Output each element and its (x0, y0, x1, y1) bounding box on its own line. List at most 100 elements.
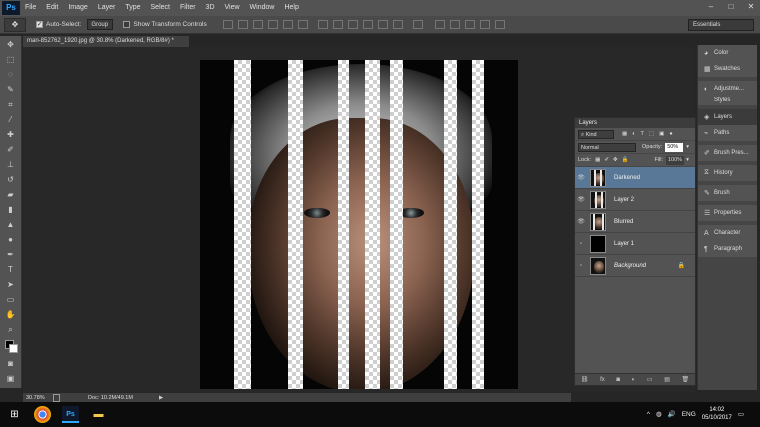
dock-paths[interactable]: ⌁ Paths (698, 125, 757, 141)
blend-mode-select[interactable]: Normal (578, 142, 636, 152)
visibility-eye-icon[interactable]: 👁 (575, 196, 587, 203)
close-button[interactable]: ✕ (746, 2, 756, 12)
filter-shape-icon[interactable]: ⬚ (649, 131, 654, 137)
distribute-top-icon[interactable] (317, 20, 328, 29)
auto-select-checkbox[interactable]: ✓ (36, 21, 43, 28)
lasso-tool-icon[interactable]: ◌ (4, 69, 18, 81)
document-image[interactable] (200, 60, 518, 389)
visibility-toggle-empty[interactable]: ▫ (575, 263, 587, 269)
clock[interactable]: 14:02 05/10/2017 (702, 406, 732, 422)
move-tool-preset-icon[interactable]: ✥ (4, 17, 26, 32)
layer-row-layer-1[interactable]: ▫ Layer 1 (575, 233, 695, 255)
dock-layers[interactable]: ◈ Layers (698, 109, 757, 125)
photoshop-taskbar-icon[interactable]: Ps (62, 406, 79, 423)
3d-drag-icon[interactable] (479, 20, 490, 29)
network-icon[interactable]: ◍ (656, 410, 662, 418)
trash-icon[interactable]: 🗑 (682, 376, 690, 383)
dock-styles[interactable]: Styles (698, 97, 757, 105)
dock-brush-presets[interactable]: ✐ Brush Pres... (698, 145, 757, 161)
3d-roll-icon[interactable] (464, 20, 475, 29)
type-tool-icon[interactable]: T (4, 264, 18, 276)
3d-mode-icon[interactable] (434, 20, 445, 29)
distribute-right-icon[interactable] (392, 20, 403, 29)
brush-tool-icon[interactable]: ✐ (4, 144, 18, 156)
dock-color[interactable]: ◕ Color (698, 45, 757, 61)
zoom-tool-icon[interactable]: ⌕ (4, 324, 18, 336)
quick-select-tool-icon[interactable]: ✎ (4, 84, 18, 96)
history-brush-tool-icon[interactable]: ↺ (4, 174, 18, 186)
language-indicator[interactable]: ENG (682, 411, 696, 418)
align-bottom-icon[interactable] (252, 20, 263, 29)
lock-all-icon[interactable]: 🔒 (622, 157, 629, 163)
chrome-icon[interactable] (34, 406, 51, 423)
adjustment-layer-icon[interactable]: ◐ (632, 377, 636, 383)
transform-controls-checkbox[interactable] (123, 21, 131, 28)
minimize-button[interactable]: – (706, 2, 716, 12)
visibility-eye-icon[interactable]: 👁 (575, 174, 587, 181)
volume-icon[interactable]: 🔊 (668, 410, 676, 418)
file-explorer-icon[interactable]: ▬ (90, 406, 107, 423)
auto-select-dropdown[interactable]: Group (87, 19, 114, 30)
menu-window[interactable]: Window (245, 0, 280, 16)
dock-brush[interactable]: ✎ Brush (698, 185, 757, 201)
menu-image[interactable]: Image (63, 0, 92, 16)
3d-slide-icon[interactable] (494, 20, 505, 29)
fill-input[interactable]: 100% (666, 155, 685, 165)
lock-transparency-icon[interactable]: ▦ (595, 157, 600, 163)
filter-adjustment-icon[interactable]: ◐ (632, 131, 635, 137)
auto-align-icon[interactable] (412, 20, 423, 29)
distribute-bottom-icon[interactable] (347, 20, 358, 29)
filter-toggle-icon[interactable]: ● (669, 131, 672, 137)
dock-adjustments[interactable]: ◐ Adjustme... (698, 81, 757, 97)
status-menu-icon[interactable] (53, 394, 60, 402)
move-tool-icon[interactable]: ✥ (4, 39, 18, 51)
dock-swatches[interactable]: ▦ Swatches (698, 61, 757, 77)
new-group-icon[interactable]: ▭ (647, 376, 653, 383)
opacity-dropdown-icon[interactable]: ▾ (686, 144, 689, 150)
blur-tool-icon[interactable]: ▲ (4, 219, 18, 231)
document-tab[interactable]: man-852762_1920.jpg @ 30.8% (Darkened, R… (23, 36, 189, 47)
layer-row-darkened[interactable]: 👁 Darkened (575, 167, 695, 189)
hand-tool-icon[interactable]: ✋ (4, 309, 18, 321)
layer-row-background[interactable]: ▫ Background 🔒 (575, 255, 695, 277)
healing-brush-tool-icon[interactable]: ✚ (4, 129, 18, 141)
align-right-icon[interactable] (297, 20, 308, 29)
add-mask-icon[interactable]: ◙ (616, 377, 620, 383)
menu-help[interactable]: Help (279, 0, 303, 16)
menu-file[interactable]: File (20, 0, 41, 16)
tray-expand-icon[interactable]: ^ (647, 411, 650, 418)
lock-pixels-icon[interactable]: ✐ (604, 157, 609, 163)
windows-start-icon[interactable]: ⊞ (6, 406, 23, 423)
new-layer-icon[interactable]: ▤ (664, 376, 670, 383)
menu-filter[interactable]: Filter (175, 0, 201, 16)
distribute-center-icon[interactable] (377, 20, 388, 29)
fill-dropdown-icon[interactable]: ▾ (686, 157, 689, 163)
dodge-tool-icon[interactable]: ● (4, 234, 18, 246)
3d-rotate-icon[interactable] (449, 20, 460, 29)
pen-tool-icon[interactable]: ✒ (4, 249, 18, 261)
eraser-tool-icon[interactable]: ▰ (4, 189, 18, 201)
dock-properties[interactable]: ☰ Properties (698, 205, 757, 221)
menu-3d[interactable]: 3D (201, 0, 220, 16)
visibility-toggle-empty[interactable]: ▫ (575, 241, 587, 247)
filter-pixel-icon[interactable]: ▦ (622, 131, 627, 137)
fx-icon[interactable]: fx (600, 377, 605, 383)
menu-edit[interactable]: Edit (41, 0, 63, 16)
shape-tool-icon[interactable]: ▭ (4, 294, 18, 306)
eyedropper-tool-icon[interactable]: ⁄ (4, 114, 18, 126)
opacity-input[interactable]: 50% (665, 142, 684, 152)
dock-paragraph[interactable]: ¶ Paragraph (698, 241, 757, 257)
notifications-icon[interactable]: ▭ (738, 410, 744, 418)
menu-layer[interactable]: Layer (93, 0, 121, 16)
align-top-icon[interactable] (222, 20, 233, 29)
marquee-tool-icon[interactable]: ⬚ (4, 54, 18, 66)
distribute-left-icon[interactable] (362, 20, 373, 29)
crop-tool-icon[interactable]: ⌗ (4, 99, 18, 111)
layer-row-blurred[interactable]: 👁 Blurred (575, 211, 695, 233)
align-center-icon[interactable] (282, 20, 293, 29)
layers-tab[interactable]: Layers (575, 118, 695, 128)
gradient-tool-icon[interactable]: ▮ (4, 204, 18, 216)
clone-stamp-tool-icon[interactable]: ⊥ (4, 159, 18, 171)
visibility-eye-icon[interactable]: 👁 (575, 218, 587, 225)
align-middle-icon[interactable] (237, 20, 248, 29)
